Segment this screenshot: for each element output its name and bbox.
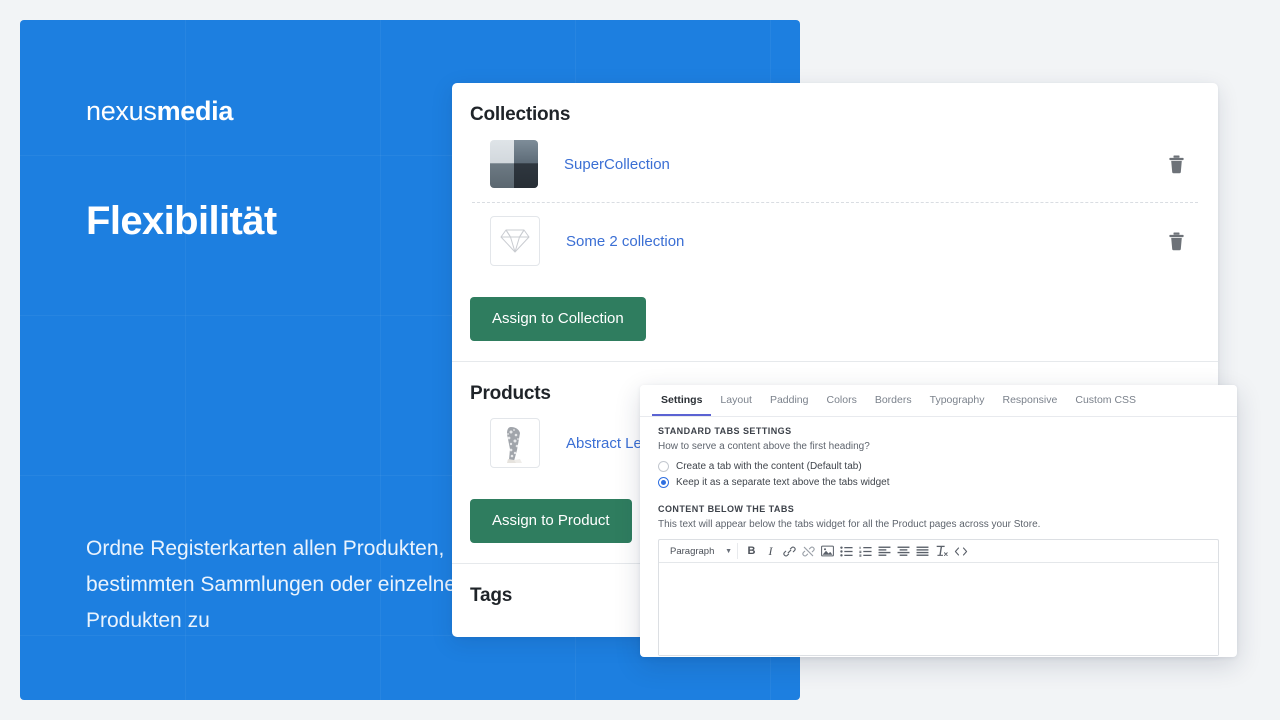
collections-heading: Collections — [470, 104, 571, 125]
table-row[interactable]: SuperCollection — [472, 126, 1198, 203]
tab-layout[interactable]: Layout — [711, 385, 761, 416]
align-center-icon[interactable] — [894, 542, 913, 560]
radio-keep-separate[interactable]: Keep it as a separate text above the tab… — [658, 477, 1219, 488]
collections-list: SuperCollection Some 2 collection — [452, 126, 1218, 279]
numbered-list-icon[interactable] — [856, 542, 875, 560]
brand-logo: nexusmedia — [86, 96, 233, 127]
clear-format-icon[interactable] — [932, 542, 951, 560]
unlink-icon[interactable] — [799, 542, 818, 560]
settings-tab-bar: Settings Layout Padding Colors Borders T… — [640, 385, 1237, 417]
tab-colors[interactable]: Colors — [818, 385, 866, 416]
logo-text-bold: media — [156, 96, 234, 126]
code-icon[interactable] — [951, 542, 970, 560]
table-row[interactable]: Some 2 collection — [472, 203, 1198, 279]
radio-create-tab[interactable]: Create a tab with the content (Default t… — [658, 461, 1219, 472]
tab-settings[interactable]: Settings — [652, 385, 712, 416]
content-below-tabs-label: CONTENT BELOW THE TABS — [658, 504, 795, 514]
image-icon[interactable] — [818, 542, 837, 560]
radio-button-selected-icon[interactable] — [658, 477, 669, 488]
radio-button-icon[interactable] — [658, 461, 669, 472]
standard-tabs-settings-help: How to serve a content above the first h… — [658, 441, 870, 452]
widget-settings-panel: Settings Layout Padding Colors Borders T… — [640, 385, 1237, 657]
paragraph-format-select[interactable]: Paragraph ▼ — [663, 543, 738, 559]
tab-custom-css[interactable]: Custom CSS — [1066, 385, 1145, 416]
italic-icon[interactable]: I — [761, 542, 780, 560]
radio-keep-separate-label: Keep it as a separate text above the tab… — [676, 477, 890, 488]
link-icon[interactable] — [780, 542, 799, 560]
rich-text-editor: Paragraph ▼ B I — [658, 539, 1219, 656]
tab-padding[interactable]: Padding — [761, 385, 818, 416]
tab-borders[interactable]: Borders — [866, 385, 921, 416]
seascape-thumbnail — [490, 140, 538, 188]
bullet-list-icon[interactable] — [837, 542, 856, 560]
trash-icon[interactable] — [1164, 229, 1188, 253]
assign-to-collection-button[interactable]: Assign to Collection — [470, 297, 646, 341]
tab-responsive[interactable]: Responsive — [993, 385, 1066, 416]
promo-description: Ordne Registerkarten allen Produkten, be… — [86, 537, 468, 632]
settings-tab-content: STANDARD TABS SETTINGS How to serve a co… — [640, 417, 1237, 656]
assign-to-product-button[interactable]: Assign to Product — [470, 499, 632, 543]
align-justify-icon[interactable] — [913, 542, 932, 560]
page-title: Flexibilität — [86, 198, 277, 243]
tab-typography[interactable]: Typography — [921, 385, 994, 416]
standard-tabs-settings-label: STANDARD TABS SETTINGS — [658, 426, 792, 436]
editor-toolbar: Paragraph ▼ B I — [659, 540, 1218, 563]
chevron-down-icon: ▼ — [725, 547, 732, 555]
collection-link[interactable]: Some 2 collection — [566, 233, 1164, 250]
content-below-tabs-help: This text will appear below the tabs wid… — [658, 519, 1041, 530]
paragraph-format-value: Paragraph — [670, 545, 715, 557]
editor-content-area[interactable] — [659, 563, 1218, 655]
bold-icon[interactable]: B — [742, 542, 761, 560]
diamond-icon — [490, 216, 540, 266]
trash-icon[interactable] — [1164, 152, 1188, 176]
align-left-icon[interactable] — [875, 542, 894, 560]
radio-create-tab-label: Create a tab with the content (Default t… — [676, 461, 862, 472]
leggings-thumbnail — [490, 418, 540, 468]
logo-text-light: nexus — [86, 96, 157, 126]
collection-link[interactable]: SuperCollection — [564, 156, 1164, 173]
